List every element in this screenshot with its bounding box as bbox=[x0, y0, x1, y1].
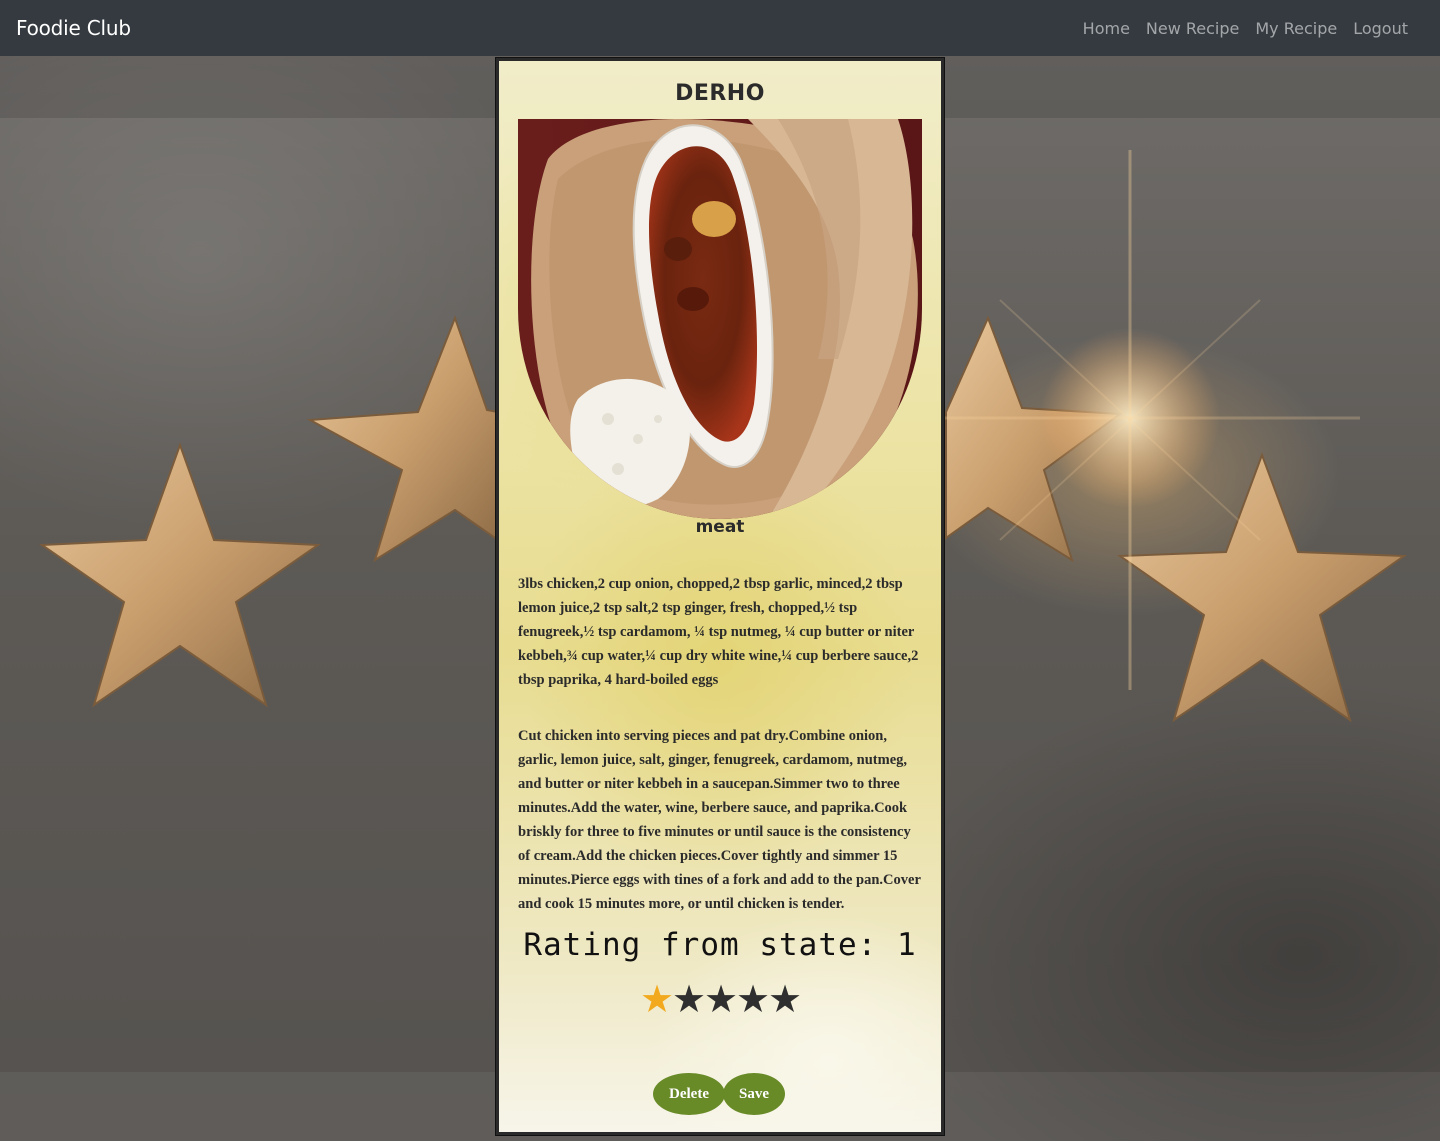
star-icon[interactable]: ★ bbox=[768, 977, 802, 1021]
recipe-title: DERHO bbox=[675, 81, 765, 106]
rating-label: Rating from state: 1 bbox=[523, 927, 917, 963]
star-left-1 bbox=[39, 442, 321, 708]
recipe-instructions: Cut chicken into serving pieces and pat … bbox=[518, 728, 921, 912]
brand-link[interactable]: Foodie Club bbox=[16, 16, 131, 40]
food-photo bbox=[518, 119, 922, 519]
recipe-card: DERHO meat 3lbs chicken,2 cup onion, cho… bbox=[496, 58, 944, 1135]
recipe-category: meat bbox=[695, 517, 745, 537]
recipe-ingredients: 3lbs chicken,2 cup onion, chopped,2 tbsp… bbox=[518, 576, 919, 688]
star-icon[interactable]: ★ bbox=[640, 977, 674, 1021]
star-rating: ★ ★ ★ ★ ★ bbox=[499, 977, 941, 1021]
action-buttons: Delete Save bbox=[499, 1073, 941, 1115]
star-icon[interactable]: ★ bbox=[672, 977, 706, 1021]
nav-link-new-recipe[interactable]: New Recipe bbox=[1138, 19, 1247, 38]
nav-link-logout[interactable]: Logout bbox=[1345, 19, 1416, 38]
save-button[interactable]: Save bbox=[723, 1073, 785, 1115]
recipe-image bbox=[518, 119, 922, 519]
navbar: Foodie Club Home New Recipe My Recipe Lo… bbox=[0, 0, 1440, 56]
nav-links: Home New Recipe My Recipe Logout bbox=[1075, 19, 1416, 38]
star-icon[interactable]: ★ bbox=[704, 977, 738, 1021]
star-icon[interactable]: ★ bbox=[736, 977, 770, 1021]
star-left-2 bbox=[306, 315, 499, 563]
nav-link-my-recipe[interactable]: My Recipe bbox=[1247, 19, 1345, 38]
delete-button[interactable]: Delete bbox=[653, 1073, 725, 1115]
nav-link-home[interactable]: Home bbox=[1075, 19, 1138, 38]
